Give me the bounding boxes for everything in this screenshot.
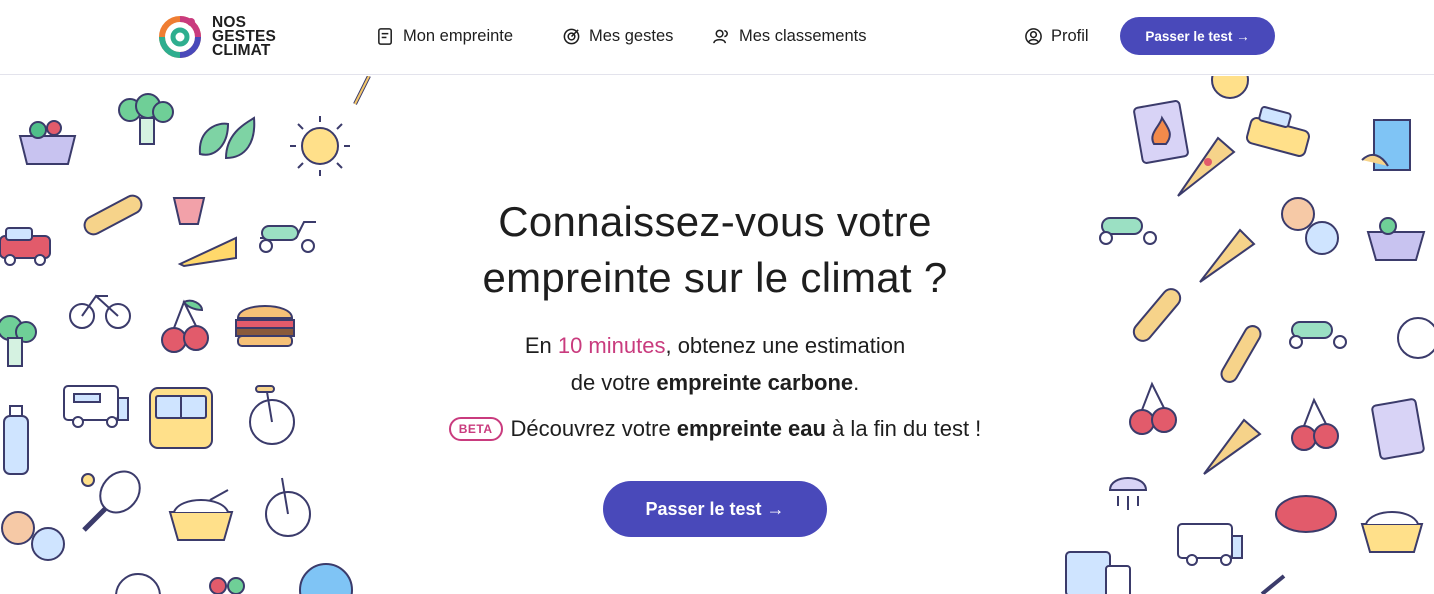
cherries-icon — [161, 299, 209, 353]
logo-text: NOS GESTES CLIMAT — [212, 15, 276, 59]
hero-section: Connaissez-vous votre empreinte sur le c… — [0, 76, 1434, 594]
sun-icon-right — [1211, 76, 1249, 99]
hero-sub-line2-prefix: de votre — [570, 370, 657, 395]
beta-suffix: à la fin du test ! — [825, 416, 982, 441]
car-icon — [0, 227, 51, 266]
nav-profil-label: Profil — [1051, 26, 1089, 45]
beta-bold: empreinte eau — [676, 416, 826, 441]
beta-announcement: BETA Découvrez votre empreinte eau à la … — [400, 416, 1030, 442]
burger-icon — [235, 305, 295, 347]
nav-mes-classements-label: Mes classements — [739, 26, 867, 45]
brand-logo[interactable]: NOS GESTES CLIMAT — [156, 12, 276, 62]
nav-mes-classements[interactable]: Mes classements — [712, 24, 866, 48]
hero-sub-line2-suffix: . — [853, 370, 860, 395]
nav-mon-empreinte[interactable]: Mon empreinte — [376, 24, 513, 48]
pizza-slice-icon-2 — [1199, 228, 1256, 283]
hero-subtitle: En 10 minutes, obtenez une estimation de… — [400, 327, 1030, 401]
salad-bowl-icon-right — [1366, 217, 1426, 261]
salad-icon-2 — [209, 577, 245, 594]
cherries-icon-right — [1129, 381, 1177, 435]
milk-carton-icon — [1361, 119, 1411, 171]
van-icon — [63, 385, 129, 428]
hero-title-line-2: empreinte sur le climat ? — [482, 254, 948, 301]
bus-icon — [149, 387, 213, 449]
van-icon-right — [1177, 523, 1243, 566]
tennis-racket-icon — [81, 470, 141, 532]
target-check-icon — [563, 28, 580, 44]
broccoli-icon — [118, 93, 174, 145]
nav-profil[interactable]: Profil — [1024, 24, 1089, 48]
cherries-icon-right-2 — [1291, 397, 1339, 451]
unicycle-icon-3 — [115, 573, 161, 594]
beta-prefix: Découvrez votre — [510, 416, 677, 441]
broccoli-icon-2 — [0, 315, 37, 367]
baguette-icon-right-2 — [1220, 325, 1262, 383]
decorative-illustrations-left — [0, 76, 371, 594]
globe-icon — [299, 563, 353, 594]
hero-title: Connaissez-vous votre empreinte sur le c… — [360, 194, 1070, 306]
nav-mes-gestes-label: Mes gestes — [589, 26, 674, 45]
nav-mes-gestes[interactable]: Mes gestes — [562, 24, 673, 48]
scooter-icon-right — [1099, 217, 1157, 245]
header-start-test-button[interactable]: Passer le test → — [1120, 17, 1275, 55]
beta-badge: BETA — [448, 417, 503, 441]
decorative-illustrations-right — [1065, 76, 1434, 594]
taxi-icon — [1246, 106, 1310, 157]
hero-title-line-1: Connaissez-vous votre — [498, 198, 932, 245]
fireplace-icon — [1133, 100, 1189, 164]
logo-ring-icon — [159, 16, 201, 58]
rice-bowl-icon — [168, 489, 234, 541]
unicycle-icon — [249, 385, 295, 445]
nav-mon-empreinte-label: Mon empreinte — [403, 26, 514, 45]
dog-cat-icon — [1, 511, 65, 561]
list-icon — [378, 27, 392, 45]
wine-cheese-icon — [172, 197, 237, 268]
user-circle-icon — [1025, 27, 1042, 45]
hero-sub-accent: 10 minutes — [557, 333, 666, 358]
hero-sub-line2-bold: empreinte carbone — [656, 370, 854, 395]
fireplace-icon-2 — [1371, 398, 1425, 460]
pizza-slice-icon-3 — [1203, 418, 1262, 475]
unicycle-icon-2 — [265, 477, 311, 537]
steak-icon — [1275, 495, 1337, 533]
spoon-icon — [353, 76, 371, 105]
salad-bowl-icon — [18, 120, 77, 165]
sun-icon — [290, 116, 350, 176]
dog-cat-icon-right — [1281, 197, 1339, 255]
hero-sub-mid: , obtenez une estimation — [665, 333, 906, 358]
hero-sub-prefix: En — [524, 333, 558, 358]
baguette-icon — [83, 194, 143, 236]
shower-icon — [1108, 477, 1148, 510]
people-icon — [713, 29, 728, 43]
bicycle-icon — [69, 294, 131, 329]
leaves-icon — [198, 116, 256, 160]
scooter-icon-right-2 — [1289, 321, 1347, 349]
chicken-icon — [1397, 317, 1434, 359]
site-header: NOS GESTES CLIMAT Mon empreinte Mes gest… — [0, 0, 1434, 75]
pencil-icon — [1260, 574, 1286, 594]
beta-text: Découvrez votre empreinte eau à la fin d… — [511, 416, 982, 442]
baguette-icon-right — [1132, 288, 1182, 342]
rice-bowl-icon-right — [1360, 511, 1424, 553]
devices-icon — [1065, 551, 1131, 594]
hero-start-test-button[interactable]: Passer le test → — [603, 481, 827, 537]
logo-line-3: CLIMAT — [212, 42, 271, 59]
water-bottle-icon — [3, 405, 29, 475]
scooter-icon — [259, 221, 316, 253]
